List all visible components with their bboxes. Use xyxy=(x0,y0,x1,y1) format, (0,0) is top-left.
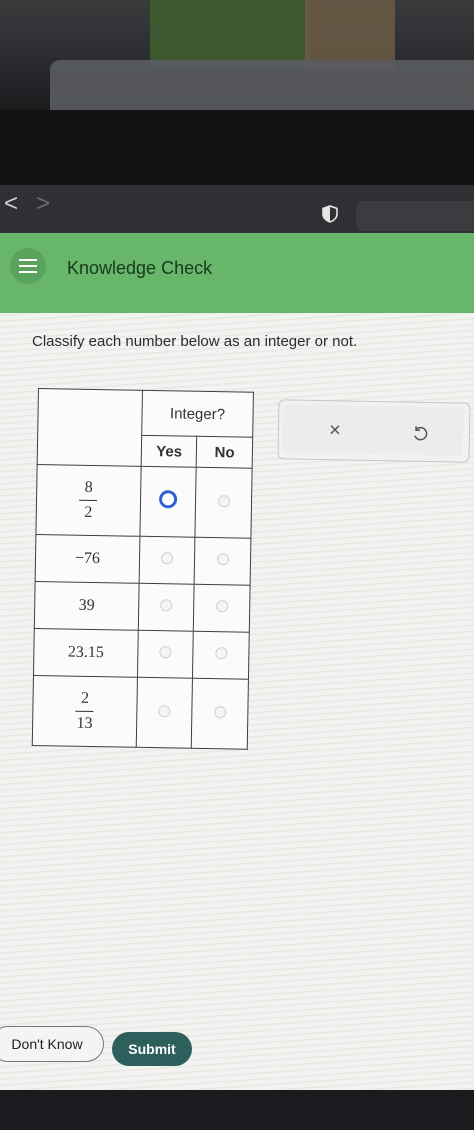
denominator: 13 xyxy=(76,714,93,733)
no-cell xyxy=(191,678,249,750)
submit-button[interactable]: Submit xyxy=(112,1032,192,1066)
no-radio[interactable] xyxy=(215,600,229,613)
fraction-bar xyxy=(79,499,98,502)
number-cell: 39 xyxy=(34,581,139,631)
close-icon[interactable]: × xyxy=(323,419,347,442)
no-radio[interactable] xyxy=(214,705,227,718)
back-button[interactable]: < xyxy=(4,192,18,216)
screen-bezel xyxy=(0,110,474,185)
answer-actions-inner: × xyxy=(282,404,464,456)
no-cell xyxy=(194,537,251,586)
yes-cell xyxy=(139,466,197,538)
fraction-bar xyxy=(75,710,94,713)
yes-cell xyxy=(136,677,193,749)
number-cell: 23.15 xyxy=(33,628,139,678)
screen-bottom-bezel xyxy=(0,1090,474,1130)
fraction: 8 2 xyxy=(79,479,98,522)
numerator: 2 xyxy=(80,689,90,707)
no-radio[interactable] xyxy=(216,553,229,566)
no-radio[interactable] xyxy=(215,647,228,660)
yes-cell xyxy=(138,536,196,585)
hamburger-icon xyxy=(19,259,37,261)
page-title: Knowledge Check xyxy=(67,258,213,278)
classification-table: Integer? Yes No 8 2 −76 39 23.15 2 13 xyxy=(31,388,254,750)
yes-radio[interactable] xyxy=(160,599,173,612)
laptop-edge xyxy=(50,60,474,115)
question-prompt: Classify each number below as an integer… xyxy=(32,333,358,350)
number-cell: −76 xyxy=(35,534,140,584)
fraction: 2 13 xyxy=(75,690,94,733)
empty-corner-cell xyxy=(37,388,143,467)
hamburger-icon xyxy=(19,265,37,267)
no-radio[interactable] xyxy=(217,494,230,507)
hamburger-icon xyxy=(19,271,37,273)
answer-actions-panel: × xyxy=(277,399,471,463)
yes-radio[interactable] xyxy=(161,552,174,565)
yes-cell xyxy=(137,630,194,679)
dont-know-button[interactable]: Don't Know xyxy=(0,1026,104,1062)
yes-column-header: Yes xyxy=(141,435,198,468)
denominator: 2 xyxy=(84,503,93,521)
address-bar[interactable] xyxy=(356,201,474,231)
forward-button[interactable]: > xyxy=(36,192,50,216)
undo-icon[interactable] xyxy=(411,425,429,443)
menu-button[interactable] xyxy=(10,248,46,284)
number-cell: 2 13 xyxy=(32,675,138,748)
yes-cell xyxy=(138,583,195,632)
yes-radio[interactable] xyxy=(159,490,178,509)
no-column-header: No xyxy=(196,436,253,469)
no-cell xyxy=(195,467,253,539)
shield-icon[interactable] xyxy=(322,205,338,223)
no-cell xyxy=(192,631,250,680)
yes-radio[interactable] xyxy=(158,704,171,717)
no-cell xyxy=(193,584,251,633)
numerator: 8 xyxy=(84,478,93,496)
yes-radio[interactable] xyxy=(159,646,172,659)
number-cell: 8 2 xyxy=(35,464,142,537)
integer-column-header: Integer? xyxy=(141,390,254,438)
